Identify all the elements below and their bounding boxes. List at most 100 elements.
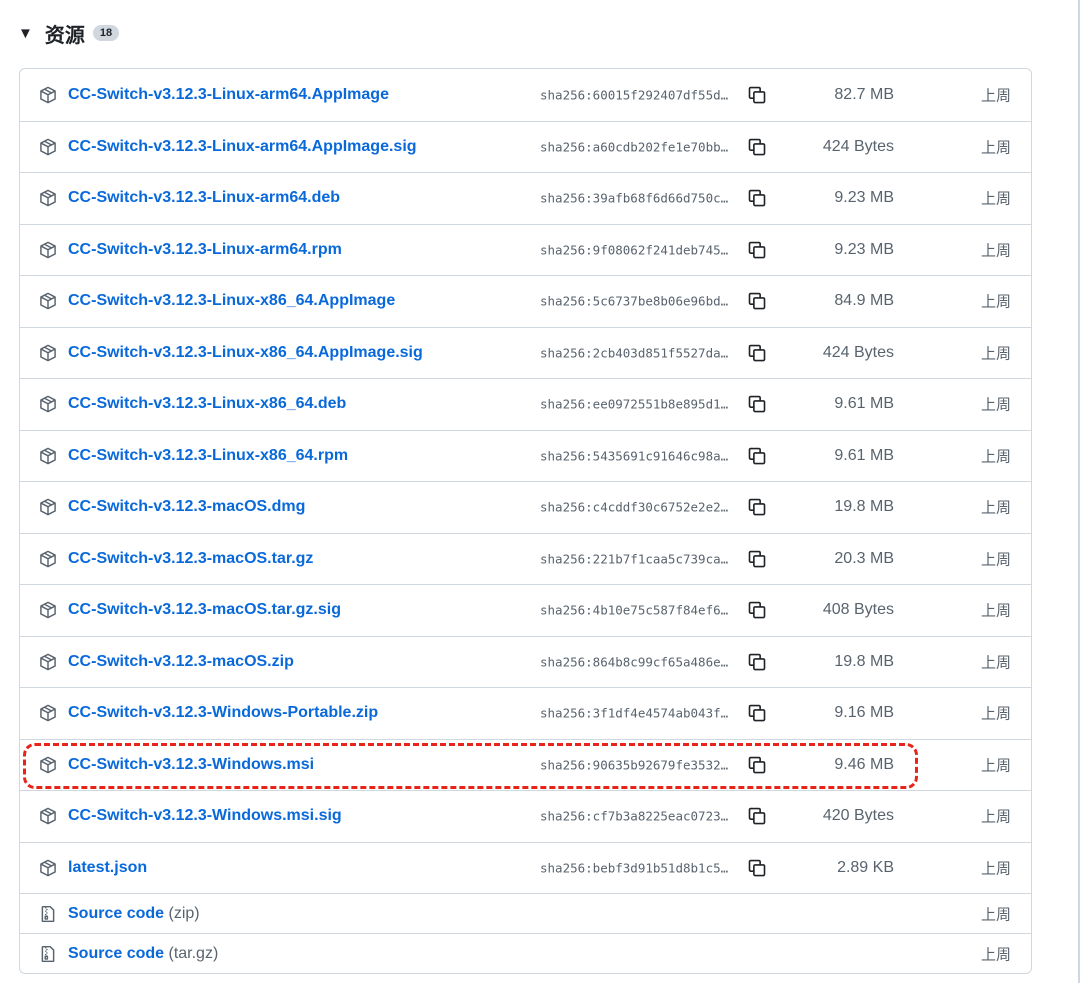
- asset-date: 上周: [980, 601, 1011, 620]
- package-icon: [39, 344, 57, 362]
- package-icon: [39, 395, 57, 413]
- source-code-format: (tar.gz): [168, 944, 219, 962]
- asset-sha256: sha256:a60cdb202fe1e70bb…: [540, 139, 729, 155]
- asset-size: 424 Bytes: [822, 343, 894, 361]
- asset-name-link[interactable]: CC-Switch-v3.12.3-Windows-Portable.zip: [68, 704, 378, 722]
- asset-sha256: sha256:5c6737be8b06e96bd…: [540, 293, 729, 309]
- asset-name-link[interactable]: CC-Switch-v3.12.3-Linux-arm64.AppImage: [68, 86, 389, 104]
- asset-row: CC-Switch-v3.12.3-Linux-x86_64.rpm sha256…: [20, 429, 1031, 482]
- asset-date: 上周: [980, 550, 1011, 569]
- package-icon: [39, 189, 57, 207]
- copy-icon[interactable]: [747, 291, 767, 311]
- assets-header: ▼ 资源 18: [18, 18, 120, 48]
- asset-row: CC-Switch-v3.12.3-Windows-Portable.zip sh…: [20, 687, 1031, 739]
- file-zip-icon: [39, 905, 57, 923]
- copy-icon[interactable]: [747, 188, 767, 208]
- asset-size: 82.7 MB: [834, 85, 894, 103]
- asset-date: 上周: [980, 653, 1011, 672]
- asset-sha256: sha256:ee0972551b8e895d1…: [540, 396, 729, 412]
- assets-count-badge: 18: [92, 25, 120, 41]
- asset-name-link[interactable]: CC-Switch-v3.12.3-Linux-arm64.AppImage.s…: [68, 138, 417, 156]
- asset-row: CC-Switch-v3.12.3-Linux-arm64.deb sha256:…: [20, 172, 1031, 224]
- asset-size: 9.61 MB: [834, 395, 894, 413]
- asset-size: 9.16 MB: [834, 704, 894, 722]
- copy-icon[interactable]: [747, 85, 767, 105]
- asset-row: CC-Switch-v3.12.3-Linux-x86_64.AppImage s…: [20, 275, 1031, 327]
- asset-row: CC-Switch-v3.12.3-Linux-x86_64.AppImage.…: [20, 326, 1031, 379]
- source-code-label: Source code: [68, 904, 165, 922]
- asset-date: 上周: [980, 498, 1011, 517]
- asset-name-link[interactable]: latest.json: [68, 859, 147, 877]
- source-code-link[interactable]: Source code (tar.gz): [68, 945, 218, 963]
- asset-name-link[interactable]: CC-Switch-v3.12.3-Windows.msi: [68, 756, 314, 774]
- source-code-date: 上周: [980, 945, 1011, 963]
- asset-date: 上周: [980, 756, 1011, 775]
- copy-icon[interactable]: [747, 137, 767, 157]
- asset-sha256: sha256:9f08062f241deb745…: [540, 242, 729, 258]
- package-icon: [39, 550, 57, 568]
- copy-icon[interactable]: [747, 549, 767, 569]
- asset-name-link[interactable]: CC-Switch-v3.12.3-macOS.tar.gz.sig: [68, 601, 341, 619]
- source-code-link[interactable]: Source code (zip): [68, 905, 200, 923]
- asset-sha256: sha256:cf7b3a8225eac0723…: [540, 808, 729, 824]
- package-icon: [39, 653, 57, 671]
- copy-icon[interactable]: [747, 858, 767, 878]
- copy-icon[interactable]: [747, 240, 767, 260]
- file-zip-icon: [39, 945, 57, 963]
- asset-row: CC-Switch-v3.12.3-Linux-x86_64.deb sha256…: [20, 378, 1031, 430]
- copy-icon[interactable]: [747, 497, 767, 517]
- asset-row: CC-Switch-v3.12.3-macOS.tar.gz.sig sha256…: [20, 584, 1031, 636]
- asset-size: 9.61 MB: [834, 446, 894, 464]
- asset-date: 上周: [980, 86, 1011, 105]
- package-icon: [39, 601, 57, 619]
- asset-sha256: sha256:c4cddf30c6752e2e2…: [540, 499, 729, 515]
- copy-icon[interactable]: [747, 446, 767, 466]
- asset-row: CC-Switch-v3.12.3-Windows.msi sha256:9063…: [20, 738, 1031, 791]
- package-icon: [39, 292, 57, 310]
- source-code-row: Source code (tar.gz) 上周: [20, 933, 1031, 973]
- asset-date: 上周: [980, 859, 1011, 878]
- asset-name-link[interactable]: CC-Switch-v3.12.3-Linux-x86_64.deb: [68, 395, 346, 413]
- copy-icon[interactable]: [747, 703, 767, 723]
- asset-name-link[interactable]: CC-Switch-v3.12.3-Linux-x86_64.AppImage: [68, 292, 395, 310]
- collapse-triangle-icon[interactable]: ▼: [18, 25, 33, 42]
- package-icon: [39, 859, 57, 877]
- asset-name-link[interactable]: CC-Switch-v3.12.3-Linux-arm64.deb: [68, 189, 340, 207]
- copy-icon[interactable]: [747, 600, 767, 620]
- asset-size: 9.23 MB: [834, 240, 894, 258]
- asset-name-link[interactable]: CC-Switch-v3.12.3-macOS.zip: [68, 653, 294, 671]
- asset-row: CC-Switch-v3.12.3-Windows.msi.sig sha256:…: [20, 790, 1031, 842]
- asset-row: CC-Switch-v3.12.3-Linux-arm64.rpm sha256:…: [20, 223, 1031, 276]
- asset-date: 上周: [980, 704, 1011, 723]
- copy-icon[interactable]: [747, 343, 767, 363]
- package-icon: [39, 138, 57, 156]
- asset-size: 19.8 MB: [834, 498, 894, 516]
- asset-sha256: sha256:bebf3d91b51d8b1c5…: [540, 860, 729, 876]
- asset-name-link[interactable]: CC-Switch-v3.12.3-Linux-x86_64.rpm: [68, 447, 348, 465]
- asset-name-link[interactable]: CC-Switch-v3.12.3-Linux-x86_64.AppImage.…: [68, 344, 423, 362]
- asset-size: 9.46 MB: [834, 755, 894, 773]
- asset-size: 424 Bytes: [822, 137, 894, 155]
- asset-name-link[interactable]: CC-Switch-v3.12.3-Windows.msi.sig: [68, 807, 342, 825]
- asset-name-link[interactable]: CC-Switch-v3.12.3-Linux-arm64.rpm: [68, 241, 342, 259]
- copy-icon[interactable]: [747, 394, 767, 414]
- asset-sha256: sha256:39afb68f6d66d750c…: [540, 190, 729, 206]
- asset-sha256: sha256:5435691c91646c98a…: [540, 448, 729, 464]
- package-icon: [39, 241, 57, 259]
- asset-name-link[interactable]: CC-Switch-v3.12.3-macOS.dmg: [68, 498, 305, 516]
- copy-icon[interactable]: [747, 755, 767, 775]
- package-icon: [39, 704, 57, 722]
- asset-sha256: sha256:90635b92679fe3532…: [540, 757, 729, 773]
- asset-sha256: sha256:2cb403d851f5527da…: [540, 345, 729, 361]
- copy-icon[interactable]: [747, 652, 767, 672]
- assets-list: CC-Switch-v3.12.3-Linux-arm64.AppImage sh…: [19, 68, 1032, 974]
- source-code-format: (zip): [168, 904, 200, 922]
- asset-date: 上周: [980, 138, 1011, 157]
- asset-size: 84.9 MB: [834, 292, 894, 310]
- asset-size: 420 Bytes: [822, 807, 894, 825]
- package-icon: [39, 86, 57, 104]
- asset-date: 上周: [980, 447, 1011, 466]
- asset-size: 2.89 KB: [837, 858, 894, 876]
- copy-icon[interactable]: [747, 806, 767, 826]
- asset-name-link[interactable]: CC-Switch-v3.12.3-macOS.tar.gz: [68, 550, 313, 568]
